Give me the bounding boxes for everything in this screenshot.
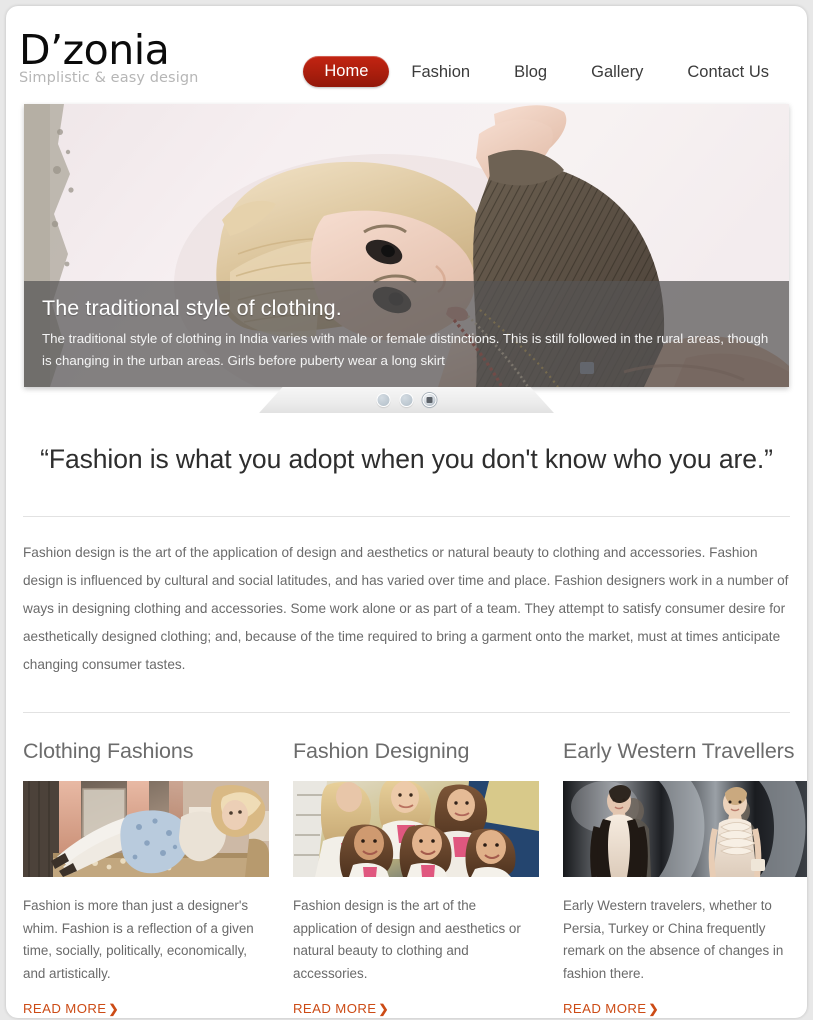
- nav-item-fashion[interactable]: Fashion: [389, 58, 492, 86]
- hero-title: The traditional style of clothing.: [42, 296, 342, 320]
- column-thumbnail-fashion-designing[interactable]: [293, 781, 539, 877]
- nav-item-home[interactable]: Home: [303, 56, 390, 87]
- chevron-right-icon: ❯: [648, 1002, 659, 1016]
- chevron-right-icon: ❯: [378, 1002, 389, 1016]
- read-more-label: READ MORE: [23, 1001, 107, 1016]
- read-more-label: READ MORE: [563, 1001, 647, 1016]
- nav-item-blog[interactable]: Blog: [492, 58, 569, 86]
- feature-column-fashion-designing: Fashion Designing Fashion design is the …: [293, 737, 539, 1018]
- site-logo[interactable]: D’zonia Simplistic & easy design: [19, 28, 319, 87]
- feature-column-clothing-fashions: Clothing Fashions Fashion is more than j…: [23, 737, 269, 1018]
- hero-image: The traditional style of clothing. The t…: [24, 104, 789, 387]
- column-title: Early Western Travellers: [563, 739, 795, 763]
- read-more-label: READ MORE: [293, 1001, 377, 1016]
- read-more-link-clothing-fashions[interactable]: READ MORE ❯: [23, 1001, 119, 1016]
- logo-title: D’zonia: [19, 26, 170, 74]
- column-text: Early Western travelers, whether to Pers…: [563, 898, 784, 981]
- column-text: Fashion design is the art of the applica…: [293, 898, 521, 981]
- column-title: Clothing Fashions: [23, 739, 194, 763]
- logo-tagline: Simplistic & easy design: [19, 70, 199, 86]
- feature-column-early-western-travellers: Early Western Travellers Early Western t…: [563, 737, 807, 1018]
- page-card: D’zonia Simplistic & easy design Home Fa…: [6, 6, 807, 1018]
- intro-paragraph: Fashion design is the art of the applica…: [23, 545, 789, 672]
- main-navigation: Home Fashion Blog Gallery Contact Us: [303, 56, 791, 87]
- runway-models-photo-illustration: [563, 781, 807, 877]
- slider-dots: [259, 387, 554, 413]
- column-thumbnail-early-western-travellers[interactable]: [563, 781, 807, 877]
- slider-dot-3-active[interactable]: [422, 393, 437, 407]
- slider-controls-ribbon: [259, 387, 554, 413]
- column-title: Fashion Designing: [293, 739, 470, 763]
- nav-item-contact-us[interactable]: Contact Us: [665, 58, 791, 86]
- slider-dot-1[interactable]: [376, 393, 391, 407]
- read-more-link-fashion-designing[interactable]: READ MORE ❯: [293, 1001, 389, 1016]
- hero-caption: The traditional style of clothing. The t…: [24, 281, 789, 387]
- page-quote: “Fashion is what you adopt when you don'…: [40, 444, 773, 474]
- column-thumbnail-clothing-fashions[interactable]: [23, 781, 269, 877]
- hero-slider: The traditional style of clothing. The t…: [24, 104, 789, 413]
- divider-bottom: [23, 712, 790, 713]
- slider-dot-2[interactable]: [399, 393, 414, 407]
- vintage-interior-photo-illustration: [23, 781, 269, 877]
- read-more-link-early-western-travellers[interactable]: READ MORE ❯: [563, 1001, 659, 1016]
- feature-columns: Clothing Fashions Fashion is more than j…: [23, 737, 807, 1018]
- site-header: D’zonia Simplistic & easy design Home Fa…: [6, 6, 807, 104]
- divider-top: [23, 516, 790, 517]
- hero-description: The traditional style of clothing in Ind…: [42, 331, 769, 368]
- nav-item-gallery[interactable]: Gallery: [569, 58, 665, 86]
- column-text: Fashion is more than just a designer's w…: [23, 898, 254, 981]
- models-group-photo-illustration: [293, 781, 539, 877]
- chevron-right-icon: ❯: [108, 1002, 119, 1016]
